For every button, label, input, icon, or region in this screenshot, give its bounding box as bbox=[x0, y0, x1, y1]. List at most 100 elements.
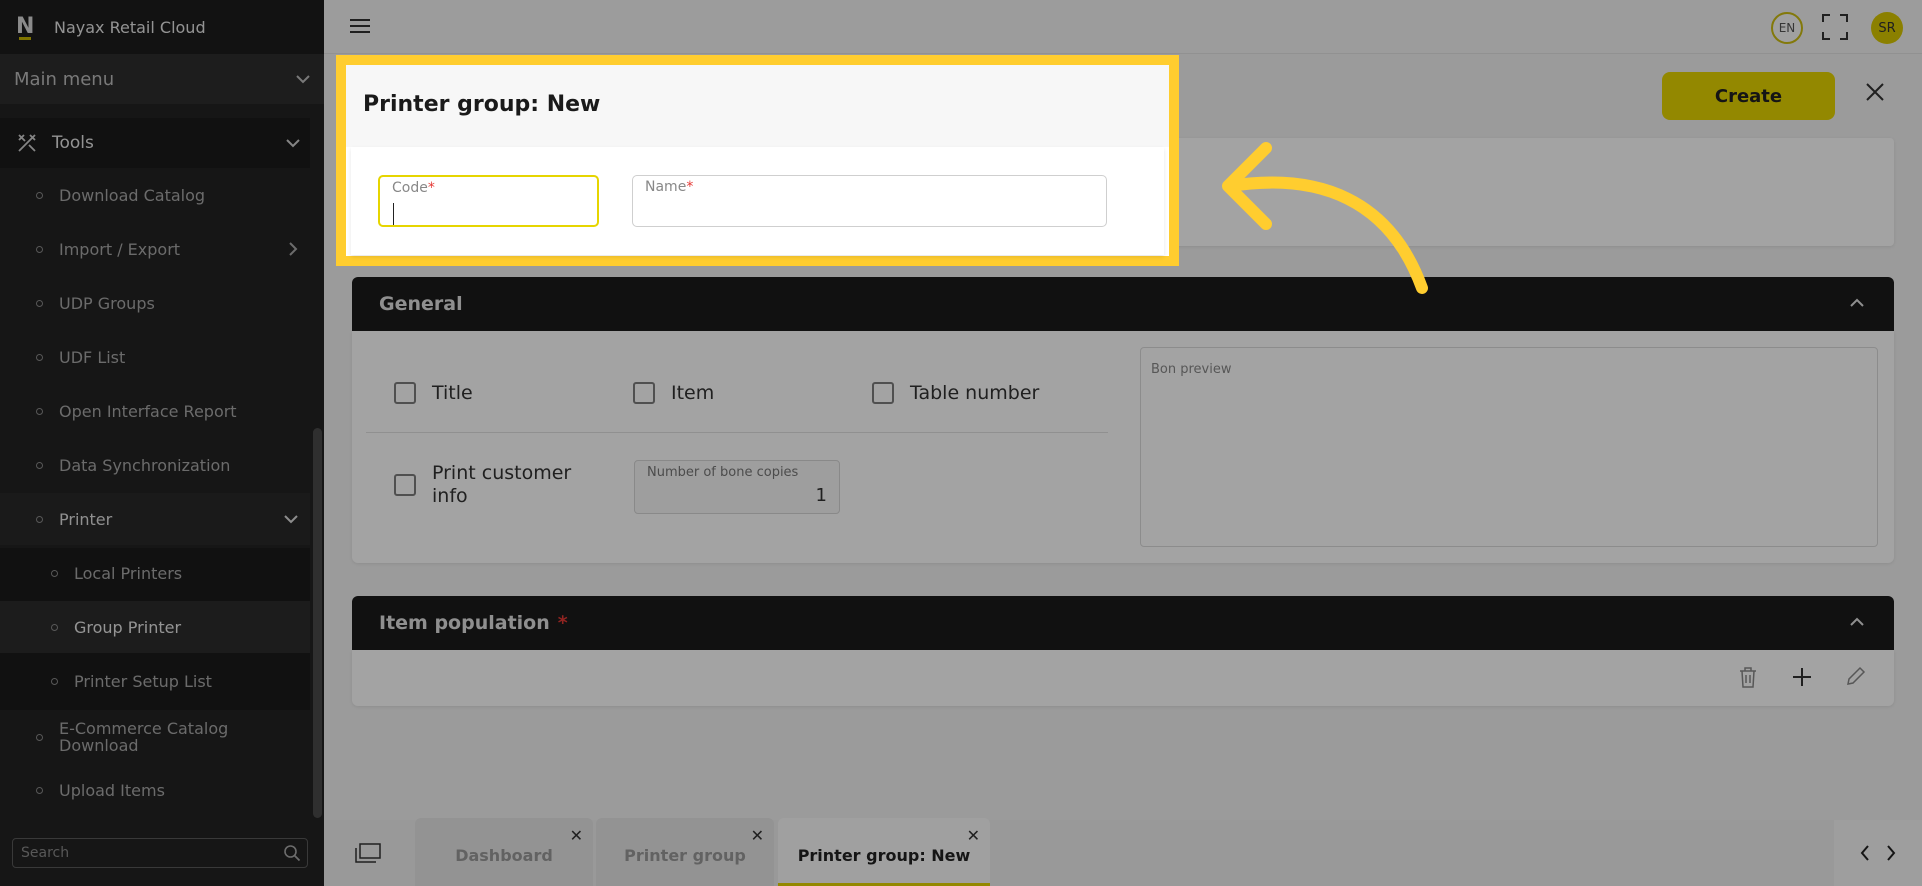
preview-label: Bon preview bbox=[1151, 362, 1232, 377]
tab-dashboard[interactable]: Dashboard ✕ bbox=[415, 818, 593, 886]
checkbox-label: Print customer info bbox=[432, 462, 572, 507]
close-icon[interactable] bbox=[1866, 83, 1884, 101]
checkbox-box[interactable] bbox=[394, 382, 416, 404]
chevron-right-icon bbox=[289, 242, 298, 256]
chevron-down-icon bbox=[284, 514, 298, 523]
table-number-checkbox[interactable]: Table number bbox=[872, 382, 1039, 404]
sidebar-item-printer-setup-list[interactable]: Printer Setup List bbox=[0, 655, 310, 707]
print-customer-info-checkbox[interactable]: Print customer info bbox=[394, 462, 594, 508]
tab-printer-group[interactable]: Printer group ✕ bbox=[596, 818, 774, 886]
tab-label: Printer group bbox=[624, 846, 746, 865]
sidebar-item-label: Upload Items bbox=[59, 780, 165, 800]
bullet-icon bbox=[36, 299, 43, 307]
sidebar-item-label: Printer Setup List bbox=[74, 671, 212, 691]
tab-close-icon[interactable]: ✕ bbox=[967, 826, 980, 845]
sidebar-item-udf-list[interactable]: UDF List bbox=[0, 331, 310, 383]
language-selector[interactable]: EN bbox=[1771, 12, 1803, 44]
create-button[interactable]: Create bbox=[1662, 72, 1835, 120]
item-population-section-header[interactable]: Item population * bbox=[352, 596, 1894, 650]
chevron-up-icon[interactable] bbox=[1850, 617, 1864, 626]
sidebar-item-import-export[interactable]: Import / Export bbox=[0, 223, 310, 275]
sidebar-item-label: UDP Groups bbox=[59, 293, 155, 313]
sidebar-search bbox=[12, 838, 308, 868]
chevron-left-icon[interactable] bbox=[1860, 845, 1870, 861]
checkbox-box[interactable] bbox=[872, 382, 894, 404]
bullet-icon bbox=[36, 461, 43, 469]
bullet-icon bbox=[51, 569, 58, 577]
sidebar-item-label: E-Commerce Catalog Download bbox=[59, 719, 229, 755]
sidebar-item-udp-groups[interactable]: UDP Groups bbox=[0, 277, 310, 329]
page-title: Printer group: New bbox=[363, 92, 601, 117]
sidebar-item-label: Data Synchronization bbox=[59, 455, 231, 475]
required-marker: * bbox=[557, 612, 568, 634]
chevron-down-icon bbox=[286, 138, 300, 147]
checkbox-box[interactable] bbox=[633, 382, 655, 404]
tab-label: Printer group: New bbox=[797, 846, 971, 865]
sidebar-item-label: Download Catalog bbox=[59, 185, 206, 205]
bullet-icon bbox=[36, 353, 43, 361]
hamburger-menu-icon[interactable] bbox=[350, 18, 370, 34]
bone-copies-field[interactable]: Number of bone copies 1 bbox=[634, 460, 840, 514]
bon-preview: Bon preview bbox=[1140, 347, 1878, 547]
sidebar-item-printer[interactable]: Printer bbox=[0, 493, 310, 545]
sidebar-item-tools[interactable]: Tools bbox=[0, 118, 310, 168]
checkbox-label: Title bbox=[432, 382, 473, 404]
bullet-icon bbox=[36, 733, 43, 741]
sidebar-item-label: Printer bbox=[59, 509, 113, 529]
checkbox-label: Item bbox=[671, 382, 715, 404]
item-checkbox[interactable]: Item bbox=[633, 382, 714, 404]
title-checkbox[interactable]: Title bbox=[394, 382, 473, 404]
tools-icon bbox=[18, 134, 36, 152]
sidebar-item-ecommerce-catalog-download[interactable]: E-Commerce Catalog Download bbox=[0, 710, 310, 764]
name-label: Name bbox=[645, 179, 687, 195]
bullet-icon bbox=[51, 677, 58, 685]
sidebar-item-local-printers[interactable]: Local Printers bbox=[0, 547, 310, 599]
tab-navigation bbox=[1834, 820, 1922, 886]
curved-arrow-icon bbox=[1222, 142, 1428, 294]
checkbox-box[interactable] bbox=[394, 474, 416, 496]
fullscreen-icon[interactable] bbox=[1822, 14, 1848, 40]
main-menu-toggle[interactable]: Main menu bbox=[0, 54, 324, 104]
form-header: Printer group: New bbox=[346, 65, 1169, 147]
bullet-icon bbox=[36, 191, 43, 199]
code-input[interactable] bbox=[390, 199, 586, 223]
field-label: Number of bone copies bbox=[647, 465, 799, 480]
sidebar-item-download-catalog[interactable]: Download Catalog bbox=[0, 169, 310, 221]
sidebar-item-label: UDF List bbox=[59, 347, 126, 367]
chevron-right-icon[interactable] bbox=[1886, 845, 1896, 861]
sidebar-scrollbar[interactable] bbox=[313, 428, 322, 818]
main-menu-label: Main menu bbox=[14, 68, 115, 90]
edit-icon[interactable] bbox=[1846, 666, 1866, 686]
name-field[interactable]: Name* bbox=[632, 175, 1107, 227]
top-bar bbox=[324, 0, 1922, 54]
section-title: Item population bbox=[379, 612, 550, 634]
checkbox-label: Table number bbox=[910, 382, 1040, 404]
chevron-up-icon[interactable] bbox=[1850, 298, 1864, 307]
general-section-header[interactable]: General bbox=[352, 277, 1894, 331]
trash-icon[interactable] bbox=[1738, 666, 1758, 688]
tab-close-icon[interactable]: ✕ bbox=[751, 826, 764, 845]
tab-label: Dashboard bbox=[455, 846, 553, 865]
sidebar-item-label: Open Interface Report bbox=[59, 401, 237, 421]
add-icon[interactable] bbox=[1792, 667, 1812, 687]
search-input[interactable] bbox=[21, 843, 271, 863]
chevron-down-icon bbox=[296, 74, 310, 83]
sidebar-item-group-printer[interactable]: Group Printer bbox=[0, 601, 310, 653]
sidebar-item-data-synchronization[interactable]: Data Synchronization bbox=[0, 439, 310, 491]
tab-printer-group-new[interactable]: Printer group: New ✕ bbox=[778, 818, 990, 886]
bullet-icon bbox=[36, 245, 43, 253]
divider bbox=[366, 432, 1108, 433]
section-title: General bbox=[379, 293, 463, 315]
user-avatar[interactable]: SR bbox=[1871, 12, 1903, 44]
field-label: Code* bbox=[392, 180, 435, 196]
name-input[interactable] bbox=[643, 198, 1069, 222]
field-value: 1 bbox=[815, 485, 827, 506]
search-icon[interactable] bbox=[283, 844, 301, 862]
sidebar-item-label: Local Printers bbox=[74, 563, 183, 583]
tab-close-icon[interactable]: ✕ bbox=[570, 826, 583, 845]
sidebar-item-open-interface-report[interactable]: Open Interface Report bbox=[0, 385, 310, 437]
windows-icon[interactable] bbox=[355, 843, 381, 863]
required-marker: * bbox=[686, 179, 694, 195]
sidebar-item-upload-items[interactable]: Upload Items bbox=[0, 764, 310, 816]
code-field[interactable]: Code* bbox=[378, 175, 599, 227]
